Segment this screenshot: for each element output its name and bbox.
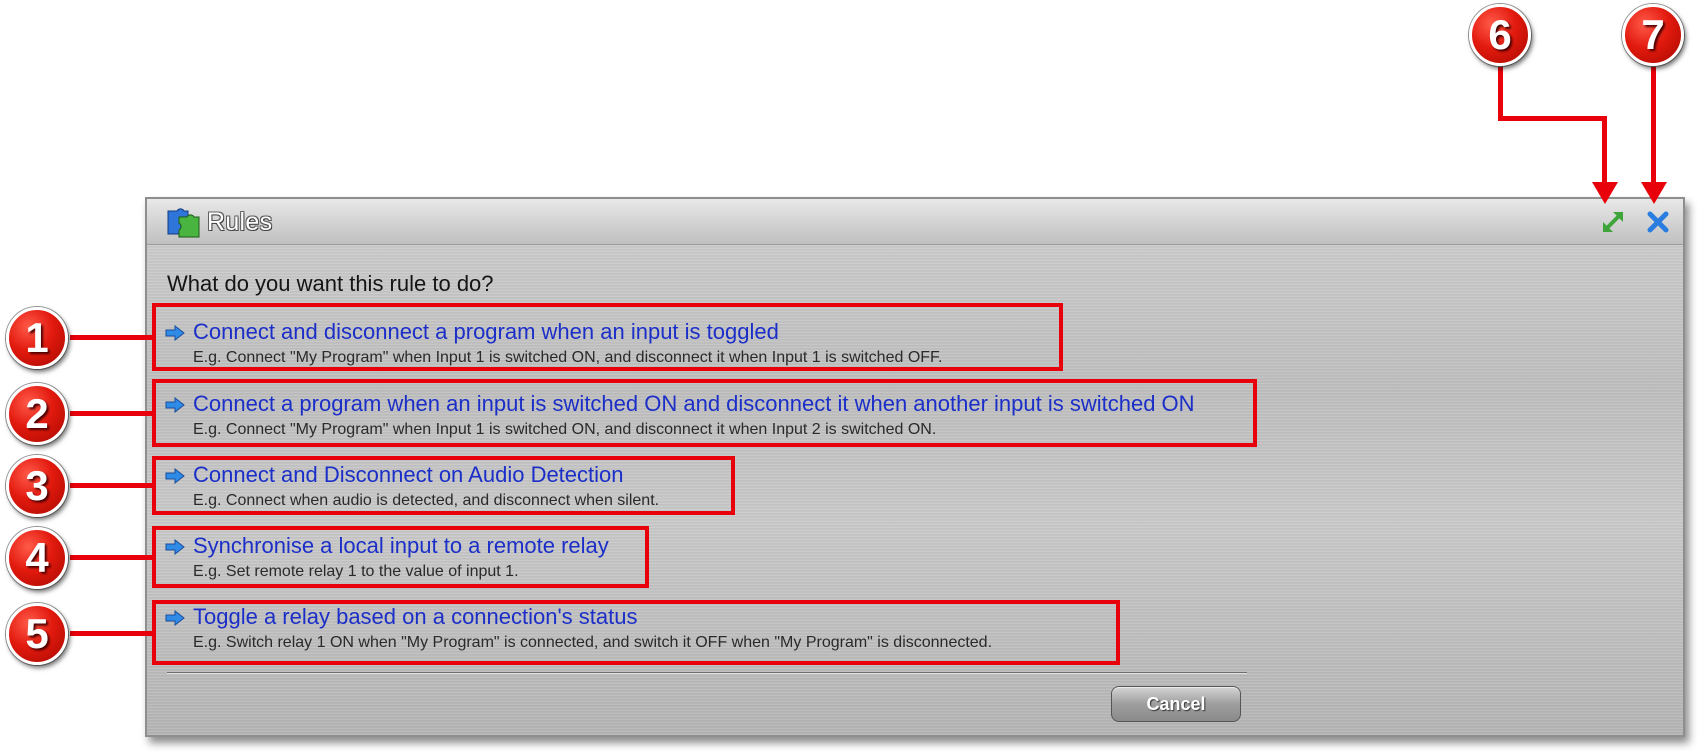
- highlight-box-5: [152, 600, 1120, 665]
- callout-1: 1: [6, 307, 68, 369]
- leader-line-2: [70, 411, 154, 416]
- arrowhead-6: [1592, 182, 1618, 204]
- callout-2: 2: [6, 383, 68, 445]
- callout-3: 3: [6, 455, 68, 517]
- callout-6: 6: [1469, 4, 1531, 66]
- close-icon: [1647, 211, 1669, 233]
- expand-button[interactable]: [1598, 207, 1628, 237]
- question-label: What do you want this rule to do?: [167, 271, 494, 296]
- leader-line-4: [70, 555, 154, 560]
- divider: [167, 672, 1247, 674]
- highlight-box-1: [152, 303, 1063, 371]
- highlight-box-2: [152, 379, 1257, 447]
- highlight-box-3: [152, 456, 735, 515]
- leader-line-6-horizontal: [1498, 116, 1607, 121]
- cancel-button[interactable]: Cancel: [1111, 686, 1241, 722]
- dialog-titlebar[interactable]: Rules: [147, 199, 1683, 245]
- leader-line-6-vertical: [1498, 60, 1503, 120]
- highlight-box-4: [152, 526, 649, 588]
- puzzle-pieces-icon: [167, 208, 200, 238]
- expand-icon: [1603, 212, 1623, 232]
- leader-line-6-down: [1602, 116, 1607, 184]
- callout-5: 5: [6, 603, 68, 665]
- callout-7: 7: [1622, 4, 1684, 66]
- dialog-title: Rules: [207, 208, 273, 236]
- leader-line-1: [70, 335, 154, 340]
- callout-4: 4: [6, 527, 68, 589]
- leader-line-5: [70, 631, 154, 636]
- leader-line-7: [1651, 60, 1656, 184]
- arrowhead-7: [1641, 182, 1667, 204]
- leader-line-3: [70, 483, 154, 488]
- close-button[interactable]: [1643, 207, 1673, 237]
